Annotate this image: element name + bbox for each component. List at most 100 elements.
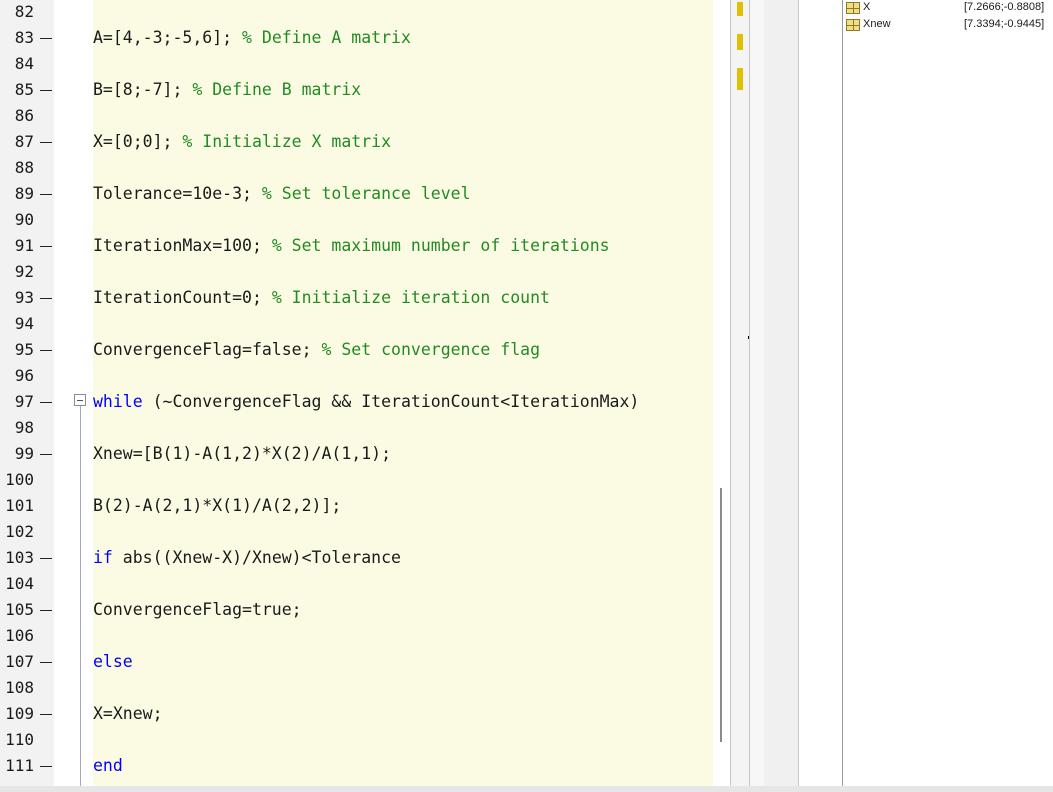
code-line[interactable]: 82 [0,0,713,25]
code-line[interactable]: 108 [0,675,713,701]
code-editor[interactable]: 82 83 A=[4,-3;-5,6]; % Define A matrix 84 85… [0,0,730,792]
code-line[interactable]: 106 [0,623,713,649]
line-number[interactable]: 103 [0,545,34,571]
divider [798,0,799,792]
breakpoint-marker[interactable] [40,766,52,767]
line-number[interactable]: 101 [0,493,34,519]
code-line[interactable]: 92 [0,259,713,285]
line-number[interactable]: 85 [0,77,34,103]
horizontal-scrollbar[interactable] [0,786,1053,792]
workspace-panel: X [7.2666;-0.8808] Xnew [7.3394;-0.9445] [842,0,1053,792]
code-fold-collapse-icon[interactable] [74,394,86,406]
line-number[interactable]: 105 [0,597,34,623]
code-line[interactable]: 102 [0,519,713,545]
line-number[interactable]: 82 [0,0,34,25]
line-number[interactable]: 91 [0,233,34,259]
code-text: Tolerance=10e-3; % Set tolerance level [93,181,471,207]
line-number[interactable]: 111 [0,753,34,779]
code-line[interactable]: 89 Tolerance=10e-3; % Set tolerance level [0,181,713,207]
line-number[interactable]: 87 [0,129,34,155]
breakpoint-marker[interactable] [40,298,52,299]
breakpoint-marker[interactable] [40,454,52,455]
code-token: B(2)-A(2,1)*X(1)/A(2,2)]; [93,496,342,515]
analyzer-warning-marker[interactable] [737,68,743,90]
line-number[interactable]: 90 [0,207,34,233]
analyzer-warning-marker[interactable] [737,2,743,16]
breakpoint-marker[interactable] [40,610,52,611]
code-line[interactable]: 111 end [0,753,713,779]
code-line[interactable]: 86 [0,103,713,129]
code-line[interactable]: 98 [0,415,713,441]
code-keyword: else [93,652,133,671]
matrix-icon [846,19,860,31]
workspace-variable-row[interactable]: X [7.2666;-0.8808] [843,0,1053,17]
code-line[interactable]: 105 ConvergenceFlag=true; [0,597,713,623]
line-number[interactable]: 89 [0,181,34,207]
code-line[interactable]: 95 ConvergenceFlag=false; % Set convergen… [0,337,713,363]
breakpoint-marker[interactable] [40,350,52,351]
breakpoint-marker[interactable] [40,714,52,715]
breakpoint-marker[interactable] [40,142,52,143]
code-line[interactable]: 91 IterationMax=100; % Set maximum number… [0,233,713,259]
workspace-variable-row[interactable]: Xnew [7.3394;-0.9445] [843,17,1053,34]
code-line[interactable]: 97 while (~ConvergenceFlag && IterationCo… [0,389,713,415]
line-number[interactable]: 94 [0,311,34,337]
breakpoint-marker[interactable] [40,402,52,403]
line-number[interactable]: 96 [0,363,34,389]
code-line[interactable]: 94 [0,311,713,337]
code-token: IterationMax=100; [93,236,272,255]
code-line[interactable]: 110 [0,727,713,753]
matrix-icon [846,2,860,14]
breakpoint-marker[interactable] [40,90,52,91]
line-number[interactable]: 84 [0,51,34,77]
code-line[interactable]: 93 IterationCount=0; % Initialize iterati… [0,285,713,311]
code-line[interactable]: 90 [0,207,713,233]
line-number[interactable]: 92 [0,259,34,285]
code-text: A=[4,-3;-5,6]; % Define A matrix [93,25,411,51]
editor-splitter[interactable] [750,0,764,792]
line-number[interactable]: 106 [0,623,34,649]
breakpoint-marker[interactable] [40,38,52,39]
line-number[interactable]: 102 [0,519,34,545]
editor-scroll-thumb[interactable] [720,488,722,742]
line-number[interactable]: 88 [0,155,34,181]
line-number[interactable]: 104 [0,571,34,597]
code-line[interactable]: 87 X=[0;0]; % Initialize X matrix [0,129,713,155]
code-line[interactable]: 99 Xnew=[B(1)-A(1,2)*X(2)/A(1,1); [0,441,713,467]
code-token: abs((Xnew-X)/Xnew)<Tolerance [112,548,401,567]
code-line[interactable]: 85 B=[8;-7]; % Define B matrix [0,77,713,103]
line-number[interactable]: 109 [0,701,34,727]
line-number[interactable]: 86 [0,103,34,129]
breakpoint-marker[interactable] [40,558,52,559]
line-number[interactable]: 93 [0,285,34,311]
code-line[interactable]: 107 else [0,649,713,675]
line-number[interactable]: 95 [0,337,34,363]
code-line[interactable]: 83 A=[4,-3;-5,6]; % Define A matrix [0,25,713,51]
line-number[interactable]: 110 [0,727,34,753]
code-text: end [93,753,123,779]
line-number[interactable]: 98 [0,415,34,441]
code-comment: % Initialize iteration count [271,288,550,307]
code-line[interactable]: 96 [0,363,713,389]
panel-splitter[interactable] [764,0,798,792]
line-number[interactable]: 107 [0,649,34,675]
code-line[interactable]: 103 if abs((Xnew-X)/Xnew)<Tolerance [0,545,713,571]
line-number[interactable]: 99 [0,441,34,467]
code-line[interactable]: 100 [0,467,713,493]
breakpoint-marker[interactable] [40,662,52,663]
breakpoint-marker[interactable] [40,246,52,247]
line-number[interactable]: 108 [0,675,34,701]
code-text: X=[0;0]; % Initialize X matrix [93,129,391,155]
code-line[interactable]: 101 B(2)-A(2,1)*X(1)/A(2,2)]; [0,493,713,519]
analyzer-warning-marker[interactable] [737,34,743,50]
line-number[interactable]: 97 [0,389,34,415]
code-line[interactable]: 84 [0,51,713,77]
breakpoint-marker[interactable] [40,194,52,195]
code-line[interactable]: 88 [0,155,713,181]
line-number[interactable]: 100 [0,467,34,493]
code-line[interactable]: 109 X=Xnew; [0,701,713,727]
line-number[interactable]: 83 [0,25,34,51]
code-line[interactable]: 104 [0,571,713,597]
code-analyzer-bar[interactable] [731,0,749,792]
code-token: ConvergenceFlag=true; [93,600,302,619]
